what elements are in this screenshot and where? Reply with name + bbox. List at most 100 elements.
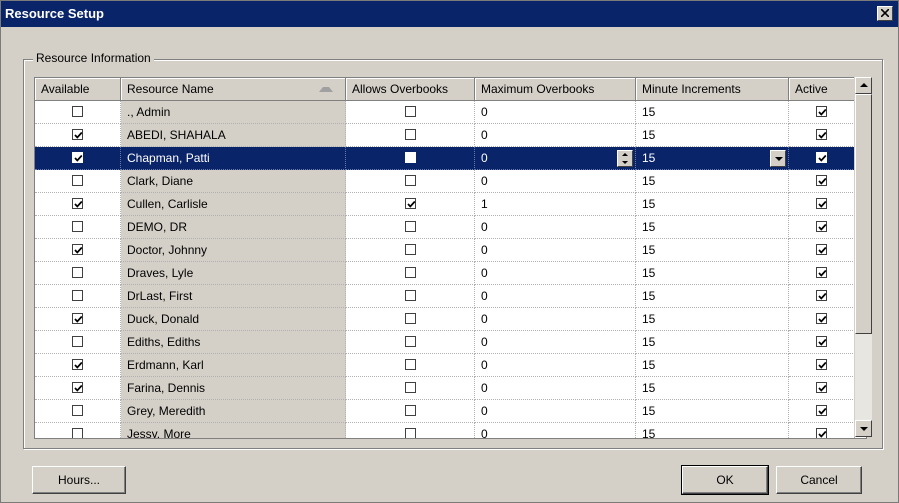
header-allows-overbooks[interactable]: Allows Overbooks	[346, 78, 475, 101]
available-cell[interactable]	[35, 308, 121, 331]
minute-increments-cell[interactable]: 15	[636, 147, 789, 170]
allows-overbooks-cell[interactable]	[346, 239, 475, 262]
active-checkbox[interactable]	[816, 244, 827, 255]
table-row[interactable]: Draves, Lyle 0 15	[35, 262, 866, 285]
active-checkbox[interactable]	[816, 106, 827, 117]
active-cell[interactable]	[789, 216, 855, 239]
cancel-button[interactable]: Cancel	[776, 466, 862, 494]
allows-overbooks-checkbox[interactable]	[405, 152, 416, 163]
available-cell[interactable]	[35, 170, 121, 193]
active-cell[interactable]	[789, 193, 855, 216]
maximum-overbooks-cell[interactable]: 0	[475, 101, 636, 124]
allows-overbooks-checkbox[interactable]	[405, 221, 416, 232]
minute-increments-cell[interactable]: 15	[636, 354, 789, 377]
available-cell[interactable]	[35, 285, 121, 308]
maximum-overbooks-cell[interactable]: 0	[475, 147, 636, 170]
available-checkbox[interactable]	[72, 290, 83, 301]
ok-button[interactable]: OK	[681, 465, 769, 495]
maximum-overbooks-cell[interactable]: 0	[475, 285, 636, 308]
vertical-scrollbar[interactable]	[854, 77, 872, 437]
minute-increments-cell[interactable]: 15	[636, 193, 789, 216]
allows-overbooks-checkbox[interactable]	[405, 129, 416, 140]
allows-overbooks-checkbox[interactable]	[405, 175, 416, 186]
maximum-overbooks-cell[interactable]: 0	[475, 170, 636, 193]
active-checkbox[interactable]	[816, 129, 827, 140]
active-cell[interactable]	[789, 354, 855, 377]
allows-overbooks-checkbox[interactable]	[405, 106, 416, 117]
available-checkbox[interactable]	[72, 428, 83, 438]
active-cell[interactable]	[789, 170, 855, 193]
allows-overbooks-cell[interactable]	[346, 331, 475, 354]
table-row[interactable]: DrLast, First 0 15	[35, 285, 866, 308]
allows-overbooks-cell[interactable]	[346, 124, 475, 147]
allows-overbooks-cell[interactable]	[346, 193, 475, 216]
available-checkbox[interactable]	[72, 267, 83, 278]
allows-overbooks-checkbox[interactable]	[405, 244, 416, 255]
available-cell[interactable]	[35, 147, 121, 170]
available-cell[interactable]	[35, 331, 121, 354]
spinner-icon[interactable]	[617, 150, 633, 167]
active-cell[interactable]	[789, 285, 855, 308]
active-cell[interactable]	[789, 262, 855, 285]
table-row[interactable]: ABEDI, SHAHALA 0 15	[35, 124, 866, 147]
maximum-overbooks-cell[interactable]: 0	[475, 423, 636, 438]
minute-increments-cell[interactable]: 15	[636, 308, 789, 331]
chevron-down-icon[interactable]	[770, 150, 786, 167]
available-cell[interactable]	[35, 377, 121, 400]
available-cell[interactable]	[35, 239, 121, 262]
available-cell[interactable]	[35, 354, 121, 377]
minute-increments-cell[interactable]: 15	[636, 262, 789, 285]
minute-increments-cell[interactable]: 15	[636, 423, 789, 438]
table-row[interactable]: Jessy, More 0 15	[35, 423, 866, 438]
allows-overbooks-cell[interactable]	[346, 354, 475, 377]
active-checkbox[interactable]	[816, 382, 827, 393]
scroll-down-button[interactable]	[855, 420, 872, 437]
allows-overbooks-checkbox[interactable]	[405, 313, 416, 324]
maximum-overbooks-cell[interactable]: 0	[475, 400, 636, 423]
allows-overbooks-cell[interactable]	[346, 170, 475, 193]
maximum-overbooks-cell[interactable]: 0	[475, 239, 636, 262]
available-cell[interactable]	[35, 400, 121, 423]
allows-overbooks-checkbox[interactable]	[405, 382, 416, 393]
allows-overbooks-checkbox[interactable]	[405, 428, 416, 438]
allows-overbooks-checkbox[interactable]	[405, 336, 416, 347]
active-cell[interactable]	[789, 239, 855, 262]
maximum-overbooks-cell[interactable]: 1	[475, 193, 636, 216]
maximum-overbooks-cell[interactable]: 0	[475, 377, 636, 400]
minute-increments-cell[interactable]: 15	[636, 331, 789, 354]
active-checkbox[interactable]	[816, 221, 827, 232]
allows-overbooks-checkbox[interactable]	[405, 405, 416, 416]
active-checkbox[interactable]	[816, 267, 827, 278]
active-cell[interactable]	[789, 308, 855, 331]
allows-overbooks-cell[interactable]	[346, 308, 475, 331]
allows-overbooks-cell[interactable]	[346, 101, 475, 124]
maximum-overbooks-cell[interactable]: 0	[475, 308, 636, 331]
active-cell[interactable]	[789, 377, 855, 400]
allows-overbooks-cell[interactable]	[346, 216, 475, 239]
close-button[interactable]	[877, 6, 893, 21]
minute-increments-cell[interactable]: 15	[636, 285, 789, 308]
available-checkbox[interactable]	[72, 359, 83, 370]
minute-increments-cell[interactable]: 15	[636, 377, 789, 400]
available-checkbox[interactable]	[72, 336, 83, 347]
available-cell[interactable]	[35, 423, 121, 438]
allows-overbooks-cell[interactable]	[346, 285, 475, 308]
header-resource-name[interactable]: Resource Name	[121, 78, 346, 101]
allows-overbooks-cell[interactable]	[346, 400, 475, 423]
active-checkbox[interactable]	[816, 290, 827, 301]
minute-increments-cell[interactable]: 15	[636, 239, 789, 262]
table-row[interactable]: Clark, Diane 0 15	[35, 170, 866, 193]
minute-increments-cell[interactable]: 15	[636, 216, 789, 239]
allows-overbooks-cell[interactable]	[346, 377, 475, 400]
header-active[interactable]: Active	[789, 78, 855, 101]
active-cell[interactable]	[789, 423, 855, 438]
available-checkbox[interactable]	[72, 405, 83, 416]
available-checkbox[interactable]	[72, 313, 83, 324]
active-checkbox[interactable]	[816, 428, 827, 438]
header-minute-increments[interactable]: Minute Increments	[636, 78, 789, 101]
minute-increments-cell[interactable]: 15	[636, 170, 789, 193]
available-checkbox[interactable]	[72, 129, 83, 140]
active-checkbox[interactable]	[816, 313, 827, 324]
maximum-overbooks-cell[interactable]: 0	[475, 262, 636, 285]
active-cell[interactable]	[789, 101, 855, 124]
